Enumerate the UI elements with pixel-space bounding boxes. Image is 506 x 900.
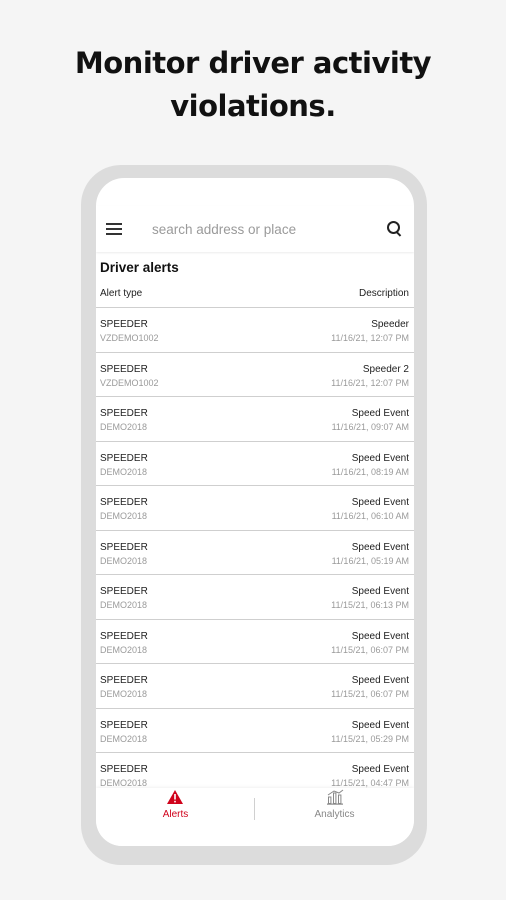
alert-time: 11/16/21, 08:19 AM: [331, 466, 409, 477]
alert-description: Speed Event: [351, 541, 409, 553]
warning-triangle-icon: [167, 790, 183, 804]
alert-description: Speed Event: [351, 452, 409, 464]
alert-description: Speed Event: [351, 497, 409, 508]
alert-type: SPEEDER: [100, 586, 148, 597]
alert-row[interactable]: SPEEDER DEMO2018 Speed Event 11/16/21, 05:1…: [96, 529, 414, 575]
alert-description: Speed Event: [351, 764, 409, 775]
alert-time: 11/15/21, 06:07 PM: [331, 689, 409, 699]
alert-description: Speed Event: [351, 675, 409, 686]
alert-driver: VZDEMO1002: [100, 333, 159, 343]
nav-alerts-label: Alerts: [162, 809, 189, 820]
alert-type: SPEEDER: [100, 675, 148, 686]
alert-type: SPEEDER: [100, 719, 148, 731]
alert-description: Speeder: [371, 319, 409, 330]
alert-driver: DEMO2018: [100, 600, 148, 610]
search-input[interactable]: [152, 221, 386, 237]
alert-time: 11/15/21, 06:07 PM: [331, 644, 409, 655]
headline: Monitor driver activity violations.: [0, 42, 506, 128]
headline-line-1: Monitor driver activity: [74, 46, 432, 80]
search-bar: [96, 206, 414, 252]
alert-description: Speed Event: [351, 719, 409, 731]
alert-row[interactable]: SPEEDER DEMO2018 Speed Event 11/15/21, 05:2…: [96, 707, 414, 753]
bottom-nav: Alerts Analytics: [96, 788, 414, 846]
alert-driver: VZDEMO1002: [100, 377, 159, 388]
alert-time: 11/16/21, 09:07 AM: [331, 422, 409, 432]
alert-driver: DEMO2018: [100, 422, 148, 432]
nav-analytics-tab[interactable]: Analytics: [255, 788, 414, 846]
alert-description: Speed Event: [351, 586, 409, 597]
alert-type: SPEEDER: [100, 497, 148, 508]
alert-description: Speeder 2: [362, 363, 409, 375]
alert-driver: DEMO2018: [100, 778, 148, 788]
column-header-description: Description: [358, 288, 409, 299]
alert-row[interactable]: SPEEDER DEMO2018 Speed Event 11/16/21, 08:1…: [96, 440, 414, 486]
alert-row[interactable]: SPEEDER DEMO2018 Speed Event 11/15/21, 06:0…: [96, 618, 414, 664]
alert-driver: DEMO2018: [100, 511, 148, 521]
alert-driver: DEMO2018: [100, 733, 148, 744]
column-header-alert-type: Alert type: [100, 288, 143, 299]
alert-driver: DEMO2018: [100, 466, 148, 477]
alert-time: 11/16/21, 12:07 PM: [331, 333, 409, 343]
search-icon[interactable]: [386, 220, 404, 238]
alert-time: 11/15/21, 05:29 PM: [331, 733, 409, 744]
alert-type: SPEEDER: [100, 630, 148, 642]
alert-description: Speed Event: [351, 630, 409, 642]
alert-time: 11/15/21, 04:47 PM: [331, 778, 409, 788]
alert-row[interactable]: SPEEDER DEMO2018 Speed Event 11/15/21, 06:0…: [96, 663, 414, 708]
alert-type: SPEEDER: [100, 541, 148, 553]
hamburger-menu-icon[interactable]: [106, 223, 122, 235]
alert-driver: DEMO2018: [100, 555, 148, 566]
alert-time: 11/16/21, 05:19 AM: [331, 555, 409, 566]
bar-chart-icon: [327, 789, 344, 805]
alert-time: 11/15/21, 06:13 PM: [331, 600, 409, 610]
nav-analytics-label: Analytics: [314, 809, 355, 820]
nav-alerts-tab[interactable]: Alerts: [96, 788, 255, 846]
alert-driver: DEMO2018: [100, 689, 148, 699]
app-screen: Driver alerts Alert type Description SPE…: [96, 178, 414, 846]
alert-time: 11/16/21, 12:07 PM: [331, 377, 409, 388]
alert-type: SPEEDER: [100, 764, 148, 775]
alert-time: 11/16/21, 06:10 AM: [331, 511, 409, 521]
alert-driver: DEMO2018: [100, 644, 148, 655]
alert-type: SPEEDER: [100, 363, 148, 375]
alert-list: SPEEDER VZDEMO1002 Speeder 11/16/21, 12:07 …: [96, 307, 414, 797]
alert-row[interactable]: SPEEDER DEMO2018 Speed Event 11/16/21, 06:1…: [96, 485, 414, 530]
headline-line-2: violations.: [170, 89, 336, 123]
alert-description: Speed Event: [351, 408, 409, 419]
alert-row[interactable]: SPEEDER VZDEMO1002 Speeder 11/16/21, 12:07 …: [96, 307, 414, 352]
section-title: Driver alerts: [100, 260, 179, 275]
alert-row[interactable]: SPEEDER VZDEMO1002 Speeder 2 11/16/21, 12:0…: [96, 351, 414, 397]
alert-row[interactable]: SPEEDER DEMO2018 Speed Event 11/15/21, 06:1…: [96, 574, 414, 619]
alert-row[interactable]: SPEEDER DEMO2018 Speed Event 11/16/21, 09:0…: [96, 396, 414, 441]
alert-type: SPEEDER: [100, 408, 148, 419]
alert-type: SPEEDER: [100, 319, 148, 330]
alert-type: SPEEDER: [100, 452, 148, 464]
